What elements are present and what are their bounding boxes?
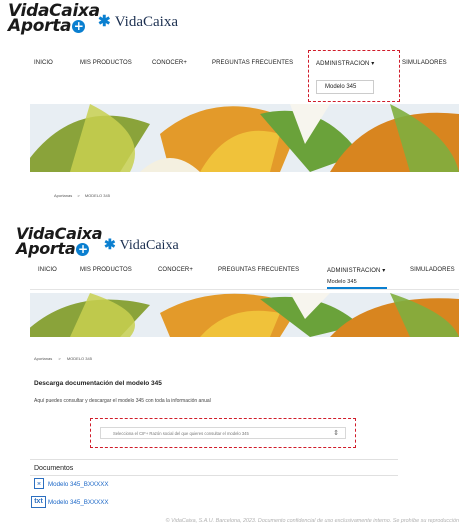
- nav-inicio[interactable]: INICIO: [38, 267, 57, 273]
- umbrella-banner: [30, 104, 459, 172]
- nav-simuladores[interactable]: SIMULADORES: [402, 60, 447, 66]
- nav-mis-productos[interactable]: MIS PRODUCTOS: [80, 60, 132, 66]
- page-description: Aquí puedes consultar y descargar el mod…: [34, 398, 211, 404]
- document-link-txt[interactable]: Modelo 345_BXXXXX: [48, 499, 109, 506]
- documents-divider-top: [30, 459, 398, 460]
- nav-conocer[interactable]: CONOCER+: [152, 60, 187, 66]
- star-icon: ✱: [104, 236, 116, 252]
- nav-preguntas-frecuentes[interactable]: PREGUNTAS FRECUENTES: [218, 267, 299, 273]
- nav-conocer[interactable]: CONOCER+: [158, 267, 193, 273]
- submenu-modelo-345[interactable]: Modelo 345: [327, 279, 357, 285]
- dropdown-menu: Modelo 345: [316, 80, 374, 94]
- footer-copyright: © VidaCaixa, S.A.U. Barcelona, 2023. Doc…: [165, 518, 459, 524]
- logo-vidacaixa-aporta[interactable]: VidaCaixa Aporta +: [16, 226, 103, 257]
- breadcrumb-separator: >: [58, 356, 61, 361]
- select-arrows-icon: ⇕: [333, 430, 339, 437]
- banner-image: [30, 104, 459, 172]
- banner-image: [30, 293, 459, 337]
- breadcrumb-home-link[interactable]: Aportanas: [54, 193, 72, 198]
- nav-simuladores[interactable]: SIMULADORES: [410, 267, 455, 273]
- nav-inicio[interactable]: INICIO: [34, 60, 53, 66]
- breadcrumb-current: MODELO 345: [66, 356, 92, 361]
- page-title: Descarga documentación del modelo 345: [34, 380, 162, 387]
- breadcrumb-home-link[interactable]: Aportanas: [34, 356, 52, 361]
- breadcrumb-separator: >: [77, 193, 80, 198]
- brand-logo[interactable]: ✱ VidaCaixa: [104, 236, 179, 254]
- nav-divider: [30, 289, 459, 290]
- cif-select[interactable]: Selecciona el CIF+ Razón social del que …: [100, 427, 346, 439]
- cif-select-placeholder: Selecciona el CIF+ Razón social del que …: [113, 431, 249, 436]
- caret-down-icon: ▾: [382, 268, 386, 274]
- txt-icon: txt: [31, 496, 46, 508]
- documents-title: Documentos: [34, 465, 74, 472]
- breadcrumb: Aportanas > MODELO 345: [34, 356, 92, 361]
- breadcrumb: Aportanas > MODELO 345: [54, 193, 110, 198]
- nav-administracion[interactable]: ADMINISTRACION ▾: [327, 267, 385, 274]
- logo-vidacaixa-aporta[interactable]: VidaCaixa Aporta +: [8, 3, 100, 35]
- documents-divider: [30, 475, 398, 476]
- document-link-pdf[interactable]: Modelo 345_BXXXXX: [48, 481, 109, 488]
- star-icon: ✱: [98, 13, 111, 30]
- plus-icon: +: [76, 242, 90, 256]
- plus-icon: +: [72, 18, 86, 33]
- brand-logo[interactable]: ✱ VidaCaixa: [98, 12, 178, 31]
- dropdown-item-modelo-345[interactable]: Modelo 345: [325, 84, 356, 90]
- umbrella-banner: [30, 293, 459, 337]
- pdf-icon: ⌘: [34, 478, 44, 489]
- highlight-box-nav: [308, 50, 400, 102]
- nav-mis-productos[interactable]: MIS PRODUCTOS: [80, 267, 132, 273]
- breadcrumb-current: MODELO 345: [84, 193, 110, 198]
- nav-preguntas-frecuentes[interactable]: PREGUNTAS FRECUENTES: [212, 60, 293, 66]
